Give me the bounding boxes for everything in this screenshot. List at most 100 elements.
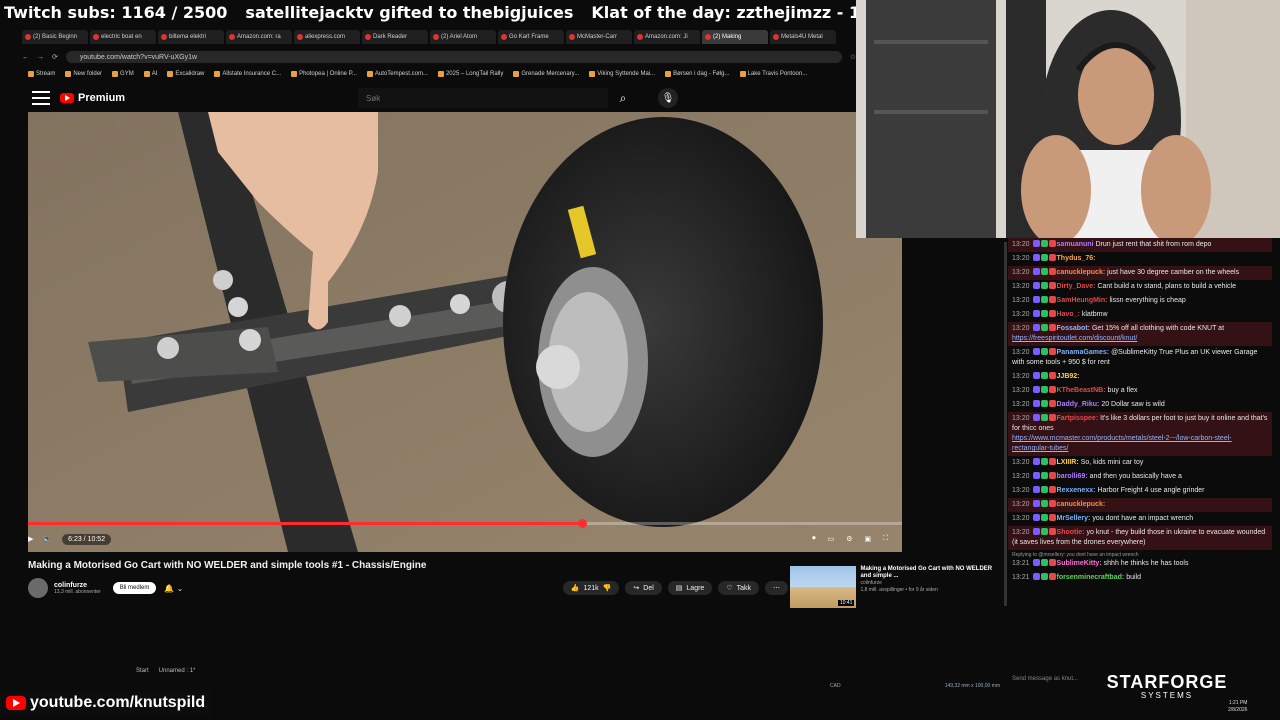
bookmark-item[interactable]: Photopea | Online P... <box>291 68 357 80</box>
volume-icon[interactable]: 🔈 <box>43 535 52 543</box>
chat-username[interactable]: barolli69: <box>1057 473 1088 480</box>
join-button[interactable]: Bli medlem <box>112 582 157 594</box>
browser-tab[interactable]: electric boat en <box>90 30 156 44</box>
video-progress-bar[interactable] <box>28 519 902 528</box>
search-icon[interactable]: ⌕ <box>608 88 638 108</box>
address-row: ← → ⟳ youtube.com/watch?v=vuRV-uXGy1w ☆ <box>22 50 856 64</box>
chat-badge-icon <box>1040 573 1048 580</box>
chat-link[interactable]: https://freespiritoutlet.com/discount/kn… <box>1012 334 1268 344</box>
bookmark-item[interactable]: AI <box>143 68 157 80</box>
chat-username[interactable]: samuanuni <box>1057 241 1094 248</box>
browser-tab[interactable]: Go Kart Frame <box>498 30 564 44</box>
back-icon[interactable]: ← <box>22 54 29 61</box>
save-icon: ▤ <box>675 585 683 592</box>
browser-tab[interactable]: Amazon.com: Ji <box>634 30 700 44</box>
bookmark-item[interactable]: Børsen i dag - Følg... <box>665 68 730 80</box>
video-player[interactable] <box>28 112 902 552</box>
browser-tab[interactable]: McMaster-Carr <box>566 30 632 44</box>
chat-username[interactable]: Fossabot: <box>1057 325 1090 332</box>
channel-avatar[interactable] <box>28 578 48 598</box>
chat-text: Drun just rent that shit from rom depo <box>1095 241 1212 248</box>
chat-username[interactable]: Thydus_76: <box>1057 255 1096 262</box>
bookmark-item[interactable]: Stream <box>28 68 55 80</box>
browser-tab[interactable]: (2) Making <box>702 30 768 44</box>
webcam-image <box>856 0 1280 238</box>
chat-username[interactable]: LXIIIR: <box>1057 459 1079 466</box>
bookmark-item[interactable]: AutoTempest.com... <box>366 68 428 80</box>
bell-icon[interactable]: 🔔 ⌄ <box>164 584 183 593</box>
chat-panel: 13:20 samuanuni Drun just rent that shit f… <box>1008 238 1272 672</box>
bookmark-item[interactable]: Allstate Insurance C... <box>214 68 281 80</box>
play-icon[interactable]: ▶ <box>28 535 33 543</box>
thanks-button[interactable]: ♡ Takk <box>718 581 759 595</box>
progress-scrubber[interactable] <box>577 519 587 528</box>
chat-username[interactable]: Fartpisspee: <box>1057 415 1099 422</box>
fullscreen-icon[interactable]: ⛶ <box>883 535 888 543</box>
chat-username[interactable]: Shootie: <box>1057 529 1085 536</box>
bookmark-item[interactable]: GYM <box>112 68 134 80</box>
bookmark-item[interactable]: 2025 – LongTail Rally <box>437 68 503 80</box>
chat-username[interactable]: JJB92: <box>1057 373 1080 380</box>
browser-tab[interactable]: Amazon.com: ra <box>226 30 292 44</box>
settings-gear-icon[interactable]: ⚙ <box>846 535 852 543</box>
miniplayer-icon[interactable]: ▣ <box>864 535 871 543</box>
hamburger-menu-icon[interactable] <box>32 91 50 105</box>
browser-tab[interactable]: (2) Ariel Atom <box>430 30 496 44</box>
app-tab-start[interactable]: Start <box>136 668 149 674</box>
subtitles-icon[interactable]: ▭ <box>828 535 835 543</box>
chat-username[interactable]: SublimeKitty: <box>1057 560 1102 567</box>
browser-tab-label: biltema elektri <box>169 34 207 40</box>
bookmark-item[interactable]: New folder <box>65 68 102 80</box>
chat-username[interactable]: KTheBeastNB: <box>1057 387 1106 394</box>
bookmark-item[interactable]: Viking Syttende Mai... <box>589 68 655 80</box>
tab-favicon-icon <box>93 34 99 40</box>
chat-username[interactable]: forsenminecraftbad: <box>1057 574 1125 581</box>
channel-name[interactable]: colinfurze <box>54 582 101 589</box>
browser-tab[interactable]: Metals4U Metal <box>770 30 836 44</box>
browser-tab[interactable]: (2) Basic Beginn <box>22 30 88 44</box>
mic-icon[interactable]: 🎙 <box>658 88 678 108</box>
chat-username[interactable]: SamHeungMin: <box>1057 297 1108 304</box>
chat-badge-icon <box>1048 282 1056 289</box>
app-tab-unnamed[interactable]: Unnamed : 1* <box>159 668 196 674</box>
chat-username[interactable]: Rexxenexx: <box>1057 487 1096 494</box>
premium-label: Premium <box>78 92 126 104</box>
bookmark-item[interactable]: Excalidraw <box>167 68 204 80</box>
search-input[interactable] <box>358 88 608 108</box>
browser-tab[interactable]: Dark Reader <box>362 30 428 44</box>
suggested-thumbnail[interactable]: 10:41 <box>790 566 857 608</box>
forward-icon[interactable]: → <box>37 54 44 61</box>
more-options-icon[interactable]: ⋯ <box>765 581 788 595</box>
reload-icon[interactable]: ⟳ <box>52 53 58 61</box>
chat-username[interactable]: Daddy_Riku: <box>1057 401 1100 408</box>
bookmark-item[interactable]: Grenade Mercenary... <box>513 68 579 80</box>
chat-username[interactable]: canucklepuck: <box>1057 269 1106 276</box>
like-button[interactable]: 👍 121k 👎 <box>562 581 620 595</box>
chat-badge-icon <box>1032 573 1040 580</box>
chat-username[interactable]: PanamaGames: <box>1057 349 1110 356</box>
chat-scrollbar[interactable] <box>1004 242 1007 606</box>
stream-banner: Twitch subs: 1164 / 2500 satellitejacktv… <box>0 0 856 24</box>
bookmark-item[interactable]: Lake Travis Pontoon... <box>739 68 807 80</box>
chat-badge-icon <box>1032 414 1040 421</box>
bookmark-icon <box>112 71 119 77</box>
chat-username[interactable]: canucklepuck: <box>1057 501 1106 508</box>
chat-username[interactable]: Havo_: <box>1057 311 1080 318</box>
youtube-logo[interactable]: Premium <box>60 92 125 104</box>
suggested-video[interactable]: 10:41 Making a Motorised Go Cart with NO… <box>790 566 996 608</box>
browser-tab[interactable]: aliexpress.com <box>294 30 360 44</box>
chat-link[interactable]: https://www.mcmaster.com/products/metals… <box>1012 434 1268 454</box>
address-bar[interactable]: youtube.com/watch?v=vuRV-uXGy1w <box>65 51 842 63</box>
thumbs-down-icon[interactable]: 👎 <box>603 584 612 592</box>
app-tabs: Start Unnamed : 1* <box>136 668 195 674</box>
share-button[interactable]: ↪ Del <box>625 581 662 595</box>
save-button[interactable]: ▤ Lagre <box>667 581 713 595</box>
chat-text: Cant build a tv stand, plans to build a … <box>1097 283 1236 290</box>
chat-timestamp: 13:20 <box>1012 529 1030 536</box>
suggested-title[interactable]: Making a Motorised Go Cart with NO WELDE… <box>860 566 996 580</box>
chat-username[interactable]: Dirty_Dave: <box>1057 283 1096 290</box>
chat-badge-icon <box>1040 240 1048 247</box>
autoplay-toggle-icon[interactable]: ⏺ <box>812 535 816 543</box>
browser-tab[interactable]: biltema elektri <box>158 30 224 44</box>
chat-username[interactable]: MrSellery: <box>1057 515 1091 522</box>
